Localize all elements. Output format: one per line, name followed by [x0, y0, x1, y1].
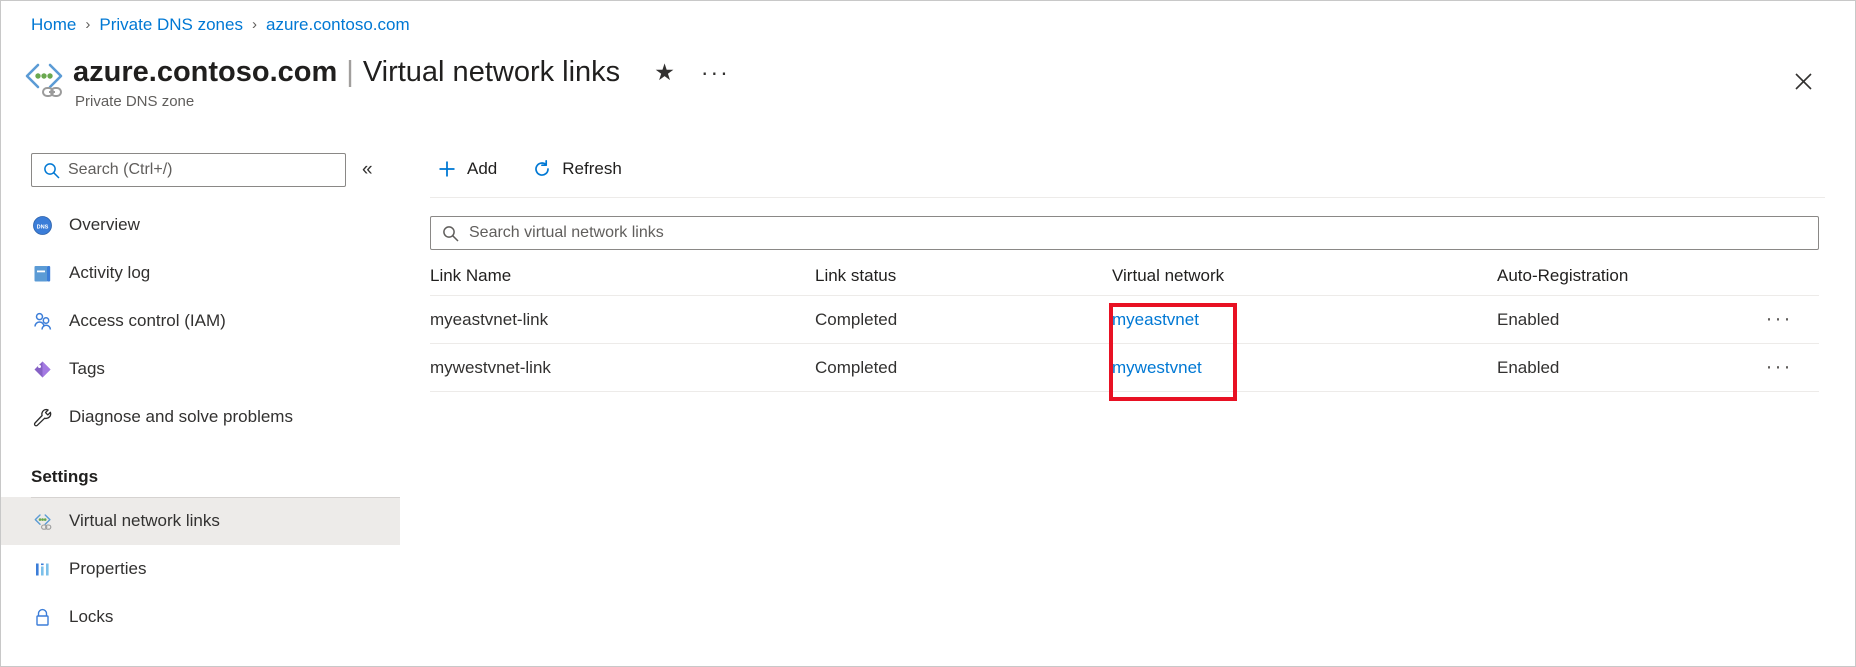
breadcrumb-item-home[interactable]: Home [31, 13, 76, 37]
column-header-auto-registration[interactable]: Auto-Registration [1497, 266, 1739, 295]
cell-auto-registration: Enabled [1497, 358, 1739, 378]
cell-auto-registration: Enabled [1497, 310, 1739, 330]
sidebar-item-locks[interactable]: Locks [1, 593, 400, 641]
virtual-network-links-table: Link Name Link status Virtual network Au… [430, 250, 1819, 392]
sidebar-item-label: Access control (IAM) [69, 311, 226, 331]
page-title-resource: azure.contoso.com [73, 53, 337, 91]
sidebar-item-label: Activity log [69, 263, 150, 283]
cell-link-status: Completed [815, 358, 1112, 378]
sidebar-item-label: Locks [69, 607, 113, 627]
table-row[interactable]: mywestvnet-link Completed mywestvnet Ena… [430, 344, 1819, 392]
sidebar-item-activity-log[interactable]: Activity log [1, 249, 400, 297]
dns-badge-icon: DNS [31, 214, 53, 236]
sidebar-group-title-settings: Settings [1, 467, 400, 487]
command-toolbar: Add Refresh [400, 141, 1855, 197]
sidebar-nav-list: DNS Overview Activity log [1, 201, 400, 641]
row-context-menu-button[interactable]: ··· [1739, 310, 1819, 330]
column-header-actions [1739, 286, 1819, 295]
access-control-people-icon [31, 310, 53, 332]
search-input[interactable] [32, 154, 345, 186]
close-icon[interactable] [1787, 65, 1819, 97]
virtual-network-link[interactable]: myeastvnet [1112, 310, 1199, 329]
add-button-label: Add [467, 159, 497, 179]
table-row[interactable]: myeastvnet-link Completed myeastvnet Ena… [430, 296, 1819, 344]
breadcrumb: Home › Private DNS zones › azure.contoso… [31, 13, 410, 37]
search-input[interactable] [431, 217, 1818, 249]
sidebar-item-properties[interactable]: Properties [1, 545, 400, 593]
cell-virtual-network: myeastvnet [1112, 310, 1497, 330]
azure-portal-blade: Home › Private DNS zones › azure.contoso… [0, 0, 1856, 667]
cell-virtual-network: mywestvnet [1112, 358, 1497, 378]
sidebar-item-virtual-network-links[interactable]: Virtual network links [1, 497, 400, 545]
wrench-icon [31, 406, 53, 428]
virtual-network-links-search-box[interactable] [430, 216, 1819, 250]
breadcrumb-separator-icon: › [252, 13, 257, 37]
refresh-icon [531, 158, 553, 180]
breadcrumb-item-private-dns-zones[interactable]: Private DNS zones [99, 13, 243, 37]
ellipsis-icon[interactable]: ··· [701, 57, 730, 87]
breadcrumb-item-azure-contoso-com[interactable]: azure.contoso.com [266, 13, 410, 37]
sidebar-item-label: Tags [69, 359, 105, 379]
svg-text:DNS: DNS [36, 224, 48, 230]
sidebar-item-diagnose-and-solve-problems[interactable]: Diagnose and solve problems [1, 393, 400, 441]
add-button[interactable]: Add [430, 152, 511, 186]
ellipsis-icon[interactable]: ··· [1766, 307, 1793, 330]
page-title-section: Virtual network links [363, 53, 620, 91]
cell-link-status: Completed [815, 310, 1112, 330]
column-header-link-status[interactable]: Link status [815, 266, 1112, 295]
column-header-link-name[interactable]: Link Name [430, 266, 815, 295]
sidebar-item-tags[interactable]: Tags [1, 345, 400, 393]
column-header-virtual-network[interactable]: Virtual network [1112, 266, 1497, 295]
sidebar-item-label: Virtual network links [69, 511, 220, 531]
sidebar-item-access-control[interactable]: Access control (IAM) [1, 297, 400, 345]
properties-bars-icon [31, 558, 53, 580]
sidebar-item-label: Diagnose and solve problems [69, 407, 293, 427]
virtual-network-link[interactable]: mywestvnet [1112, 358, 1202, 377]
title-separator: | [346, 53, 354, 91]
blade-main-content: Add Refresh [400, 141, 1855, 666]
tag-icon [31, 358, 53, 380]
sidebar-item-label: Overview [69, 215, 140, 235]
toolbar-divider [430, 197, 1825, 198]
blade-title-row: azure.contoso.com | Virtual network link… [21, 53, 1795, 110]
breadcrumb-separator-icon: › [85, 13, 90, 37]
table-header-row: Link Name Link status Virtual network Au… [430, 250, 1819, 296]
page-subtitle: Private DNS zone [75, 93, 730, 110]
sidebar-search-box[interactable] [31, 153, 346, 187]
sidebar-search-row: « [31, 153, 400, 187]
lock-icon [31, 606, 53, 628]
blade-sidebar: « DNS Overview [1, 141, 400, 666]
plus-icon [436, 158, 458, 180]
refresh-button[interactable]: Refresh [525, 152, 636, 186]
virtual-network-link-icon [31, 510, 53, 532]
sidebar-item-label: Properties [69, 559, 146, 579]
dns-virtual-network-link-icon [21, 55, 67, 107]
row-context-menu-button[interactable]: ··· [1739, 358, 1819, 378]
sidebar-item-overview[interactable]: DNS Overview [1, 201, 400, 249]
cell-link-name: mywestvnet-link [430, 358, 815, 378]
chevron-double-left-icon[interactable]: « [362, 159, 373, 181]
ellipsis-icon[interactable]: ··· [1766, 355, 1793, 378]
activity-log-icon [31, 262, 53, 284]
cell-link-name: myeastvnet-link [430, 310, 815, 330]
refresh-button-label: Refresh [562, 159, 622, 179]
star-filled-icon[interactable]: ★ [654, 53, 675, 91]
